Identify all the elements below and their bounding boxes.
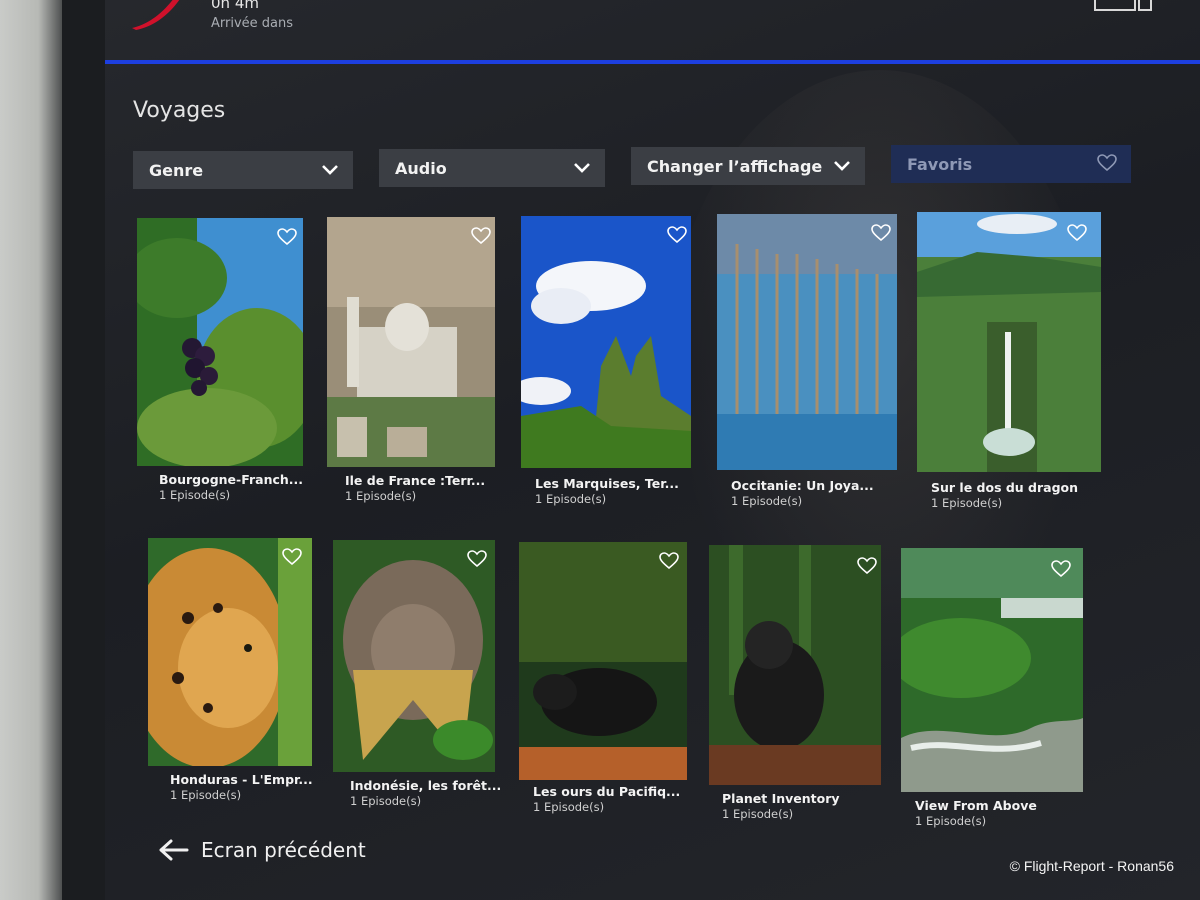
program-card[interactable]: Les Marquises, Ter... 1 Episode(s) [521, 216, 693, 508]
program-card[interactable]: Planet Inventory 1 Episode(s) [709, 545, 889, 821]
poster-image-bear [519, 542, 687, 780]
episode-count: 1 Episode(s) [159, 488, 231, 502]
episode-count: 1 Episode(s) [931, 496, 1003, 510]
heart-icon[interactable] [277, 228, 297, 246]
photo-watermark: © Flight-Report - Ronan56 [1009, 858, 1174, 874]
program-card[interactable]: Indonésie, les forêt... 1 Episode(s) [333, 540, 501, 810]
program-title: Honduras - L'Empr... [170, 772, 313, 787]
program-poster[interactable] [148, 538, 312, 766]
heart-icon[interactable] [871, 224, 891, 242]
poster-image-marquesas [521, 216, 691, 468]
episode-count: 1 Episode(s) [722, 807, 794, 821]
flight-time-remaining: 0h 4m [211, 0, 259, 12]
program-card[interactable]: Honduras - L'Empr... 1 Episode(s) [148, 538, 320, 804]
poster-image-dragon [917, 212, 1101, 472]
program-card[interactable]: View From Above 1 Episode(s) [901, 548, 1085, 828]
genre-dropdown-label: Genre [149, 160, 204, 180]
poster-image-orangutan [333, 540, 495, 772]
display-mode-label: Changer l’affichage [647, 156, 823, 176]
poster-image-paris [327, 217, 495, 467]
audio-dropdown[interactable]: Audio [379, 149, 605, 187]
poster-image-gorilla [709, 545, 881, 785]
episode-count: 1 Episode(s) [533, 800, 605, 814]
poster-image-occitanie [717, 214, 897, 470]
chevron-down-icon [834, 161, 850, 171]
heart-icon[interactable] [467, 550, 487, 568]
program-card[interactable]: Occitanie: Un Joya... 1 Episode(s) [717, 214, 899, 508]
top-bar: 0h 4m Arrivée dans [105, 0, 1200, 60]
program-card[interactable]: Ile de France :Terr... 1 Episode(s) [327, 217, 497, 507]
program-title: View From Above [915, 798, 1037, 813]
heart-icon [1097, 154, 1117, 172]
airline-logo-icon [132, 0, 180, 30]
heart-icon[interactable] [1051, 560, 1071, 578]
program-poster[interactable] [519, 542, 687, 780]
episode-count: 1 Episode(s) [535, 492, 607, 506]
program-card[interactable]: Bourgogne-Franch... 1 Episode(s) [137, 218, 307, 508]
program-title: Sur le dos du dragon [931, 480, 1079, 495]
program-poster[interactable] [137, 218, 303, 466]
program-card[interactable]: Les ours du Pacifiq... 1 Episode(s) [519, 542, 691, 814]
chevron-down-icon [574, 163, 590, 173]
screen-frame [62, 0, 107, 900]
episode-count: 1 Episode(s) [915, 814, 987, 828]
episode-count: 1 Episode(s) [731, 494, 803, 508]
back-button-label: Ecran précédent [201, 838, 366, 862]
heart-icon[interactable] [667, 226, 687, 244]
program-poster[interactable] [327, 217, 495, 467]
program-poster[interactable] [521, 216, 691, 468]
program-poster[interactable] [901, 548, 1083, 792]
chevron-down-icon [322, 165, 338, 175]
program-title: Ile de France :Terr... [345, 473, 486, 488]
poster-image-jaguar [148, 538, 312, 766]
genre-dropdown[interactable]: Genre [133, 151, 353, 189]
header-accent-line [105, 60, 1200, 64]
heart-icon[interactable] [471, 227, 491, 245]
device-bezel [0, 0, 70, 900]
program-title: Les ours du Pacifiq... [533, 784, 681, 799]
heart-icon[interactable] [282, 548, 302, 566]
favorites-filter[interactable]: Favoris [891, 145, 1131, 183]
poster-image-grapes [137, 218, 303, 466]
program-title: Occitanie: Un Joya... [731, 478, 874, 493]
screen-device-icon[interactable] [1093, 0, 1153, 16]
back-button[interactable]: Ecran précédent [157, 838, 366, 862]
arrow-left-icon [159, 839, 189, 861]
program-title: Indonésie, les forêt... [350, 778, 502, 793]
display-mode-dropdown[interactable]: Changer l’affichage [631, 147, 865, 185]
episode-count: 1 Episode(s) [170, 788, 242, 802]
ife-screen: 0h 4m Arrivée dans Voyages Genre Audio C… [105, 0, 1200, 900]
page-title: Voyages [133, 98, 226, 123]
program-card[interactable]: Sur le dos du dragon 1 Episode(s) [917, 212, 1103, 510]
program-poster[interactable] [333, 540, 495, 772]
heart-icon[interactable] [659, 552, 679, 570]
heart-icon[interactable] [857, 557, 877, 575]
program-title: Planet Inventory [722, 791, 840, 806]
episode-count: 1 Episode(s) [345, 489, 417, 503]
audio-dropdown-label: Audio [395, 158, 447, 178]
program-title: Les Marquises, Ter... [535, 476, 679, 491]
program-poster[interactable] [709, 545, 881, 785]
poster-image-aerial-river [901, 548, 1083, 792]
program-poster[interactable] [717, 214, 897, 470]
episode-count: 1 Episode(s) [350, 794, 422, 808]
arrival-label: Arrivée dans [211, 16, 294, 31]
program-title: Bourgogne-Franch... [159, 472, 304, 487]
heart-icon[interactable] [1067, 224, 1087, 242]
favorites-label: Favoris [907, 154, 973, 174]
program-poster[interactable] [917, 212, 1101, 472]
